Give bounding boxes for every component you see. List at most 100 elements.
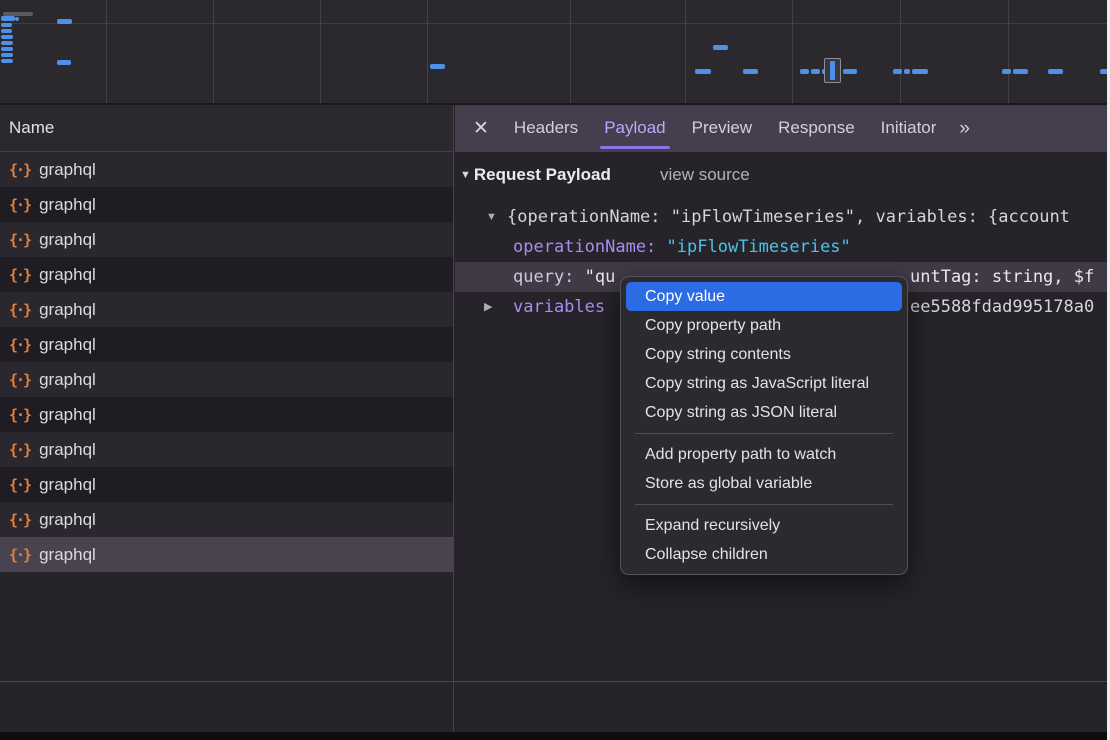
payload-object-preview: {operationName: "ipFlowTimeseries", vari…	[507, 202, 1070, 232]
more-tabs-icon[interactable]: »	[959, 118, 969, 140]
request-timing-bar[interactable]	[430, 64, 445, 69]
detail-tabbar: ✕ HeadersPayloadPreviewResponseInitiator…	[455, 105, 1107, 152]
menu-item-add-property-path-to-watch[interactable]: Add property path to watch	[626, 440, 902, 469]
network-overview-timeline[interactable]	[0, 0, 1110, 105]
json-braces-icon: {·}	[9, 441, 30, 459]
request-row[interactable]: {·}graphql	[0, 257, 453, 292]
context-menu: Copy valueCopy property pathCopy string …	[620, 276, 908, 575]
overview-gridline	[320, 0, 321, 105]
request-name: graphql	[39, 475, 96, 495]
request-timing-bar[interactable]	[904, 69, 910, 74]
tab-preview[interactable]: Preview	[679, 105, 765, 152]
name-column-label: Name	[9, 118, 54, 137]
json-braces-icon: {·}	[9, 196, 30, 214]
request-payload-header[interactable]: ▼ Request Payload	[460, 165, 611, 185]
panel-divider[interactable]	[453, 105, 454, 740]
overview-gridline	[106, 0, 107, 105]
request-name: graphql	[39, 370, 96, 390]
request-list: {·} graphql {·} graphql {·} graphql {·} graphql…	[0, 152, 453, 572]
property-key: variables	[513, 292, 605, 322]
json-braces-icon: {·}	[9, 406, 30, 424]
expand-triangle-icon[interactable]: ▶	[484, 292, 492, 322]
request-timing-bar[interactable]	[713, 45, 728, 50]
request-timing-bar[interactable]	[843, 69, 857, 74]
request-timing-bar[interactable]	[57, 19, 72, 24]
request-timing-bar[interactable]	[1013, 69, 1028, 74]
request-timing-bar[interactable]	[1002, 69, 1011, 74]
request-name: graphql	[39, 545, 96, 565]
request-timing-bar[interactable]	[1, 41, 13, 45]
request-row[interactable]: {·}graphql	[0, 292, 453, 327]
window-bottom-edge	[0, 732, 1110, 740]
operation-name-row[interactable]: operationName: "ipFlowTimeseries"	[455, 232, 1107, 262]
overview-selected-request-marker[interactable]	[824, 58, 841, 83]
request-timing-bar[interactable]	[15, 17, 19, 21]
property-value: "ipFlowTimeseries"	[667, 237, 851, 257]
tab-initiator[interactable]: Initiator	[868, 105, 950, 152]
request-row[interactable]: {·}graphql	[0, 537, 453, 572]
menu-item-copy-string-as-javascript-literal[interactable]: Copy string as JavaScript literal	[626, 369, 902, 398]
menu-item-expand-recursively[interactable]: Expand recursively	[626, 511, 902, 540]
close-icon[interactable]: ✕	[473, 117, 489, 140]
json-braces-icon: {·}	[9, 371, 30, 389]
request-name: graphql	[39, 510, 96, 530]
payload-preview-row[interactable]: ▼ {operationName: "ipFlowTimeseries", va…	[455, 202, 1107, 232]
expand-triangle-icon[interactable]: ▼	[486, 202, 497, 232]
overview-gridline	[900, 0, 901, 105]
tab-headers[interactable]: Headers	[501, 105, 591, 152]
json-braces-icon: {·}	[9, 511, 30, 529]
menu-item-copy-string-contents[interactable]: Copy string contents	[626, 340, 902, 369]
request-timing-bar[interactable]	[1048, 69, 1063, 74]
request-row[interactable]: {·}graphql	[0, 467, 453, 502]
request-row[interactable]: {·} graphql	[0, 502, 453, 537]
request-row[interactable]: {·}graphql	[0, 397, 453, 432]
request-name: graphql	[39, 195, 96, 215]
collapse-triangle-icon[interactable]: ▼	[460, 169, 471, 181]
tabs: HeadersPayloadPreviewResponseInitiator	[501, 105, 949, 152]
overview-gridline	[213, 0, 214, 105]
request-row[interactable]: {·}graphql	[0, 222, 453, 257]
request-timing-bar[interactable]	[1, 29, 12, 33]
menu-item-copy-value[interactable]: Copy value	[626, 282, 902, 311]
menu-item-copy-string-as-json-literal[interactable]: Copy string as JSON literal	[626, 398, 902, 427]
property-value-left-fragment: "qu	[585, 267, 616, 287]
request-timing-bar[interactable]	[1, 35, 13, 39]
menu-item-collapse-children[interactable]: Collapse children	[626, 540, 902, 569]
property-value-right-fragment: untTag: string, $f	[910, 262, 1094, 292]
tab-payload[interactable]: Payload	[591, 105, 678, 152]
request-timing-bar[interactable]	[1, 47, 13, 51]
request-row[interactable]: {·} graphql	[0, 187, 453, 222]
request-name: graphql	[39, 160, 96, 180]
request-timing-bar[interactable]	[800, 69, 809, 74]
menu-item-store-as-global-variable[interactable]: Store as global variable	[626, 469, 902, 498]
request-timing-bar[interactable]	[695, 69, 711, 74]
request-timing-bar[interactable]	[57, 60, 71, 65]
name-column-header[interactable]: Name	[0, 105, 453, 152]
json-braces-icon: {·}	[9, 266, 30, 284]
overview-gridline	[685, 0, 686, 105]
request-timing-bar[interactable]	[1, 59, 13, 63]
overview-baseline	[0, 23, 1110, 24]
request-row[interactable]: {·} graphql	[0, 152, 453, 187]
view-source-link[interactable]: view source	[660, 165, 750, 185]
request-timing-bar[interactable]	[811, 69, 820, 74]
tab-response[interactable]: Response	[765, 105, 868, 152]
request-timing-bar[interactable]	[1, 53, 13, 57]
json-braces-icon: {·}	[9, 161, 30, 179]
request-row[interactable]: {·} graphql	[0, 362, 453, 397]
request-name: graphql	[39, 440, 96, 460]
request-timing-bar[interactable]	[1, 23, 12, 27]
menu-separator	[635, 504, 893, 505]
menu-separator	[635, 433, 893, 434]
request-timing-bar[interactable]	[743, 69, 758, 74]
request-row[interactable]: {·} graphql	[0, 432, 453, 467]
menu-item-copy-property-path[interactable]: Copy property path	[626, 311, 902, 340]
overview-gridline	[427, 0, 428, 105]
footer-divider	[0, 681, 1110, 682]
variables-preview-fragment: ee5588fdad995178a0	[910, 292, 1094, 322]
request-row[interactable]: {·}graphql	[0, 327, 453, 362]
request-timing-bar[interactable]	[893, 69, 902, 74]
request-timing-bar[interactable]	[912, 69, 928, 74]
request-name: graphql	[39, 335, 96, 355]
request-timing-bar[interactable]	[1, 16, 15, 21]
